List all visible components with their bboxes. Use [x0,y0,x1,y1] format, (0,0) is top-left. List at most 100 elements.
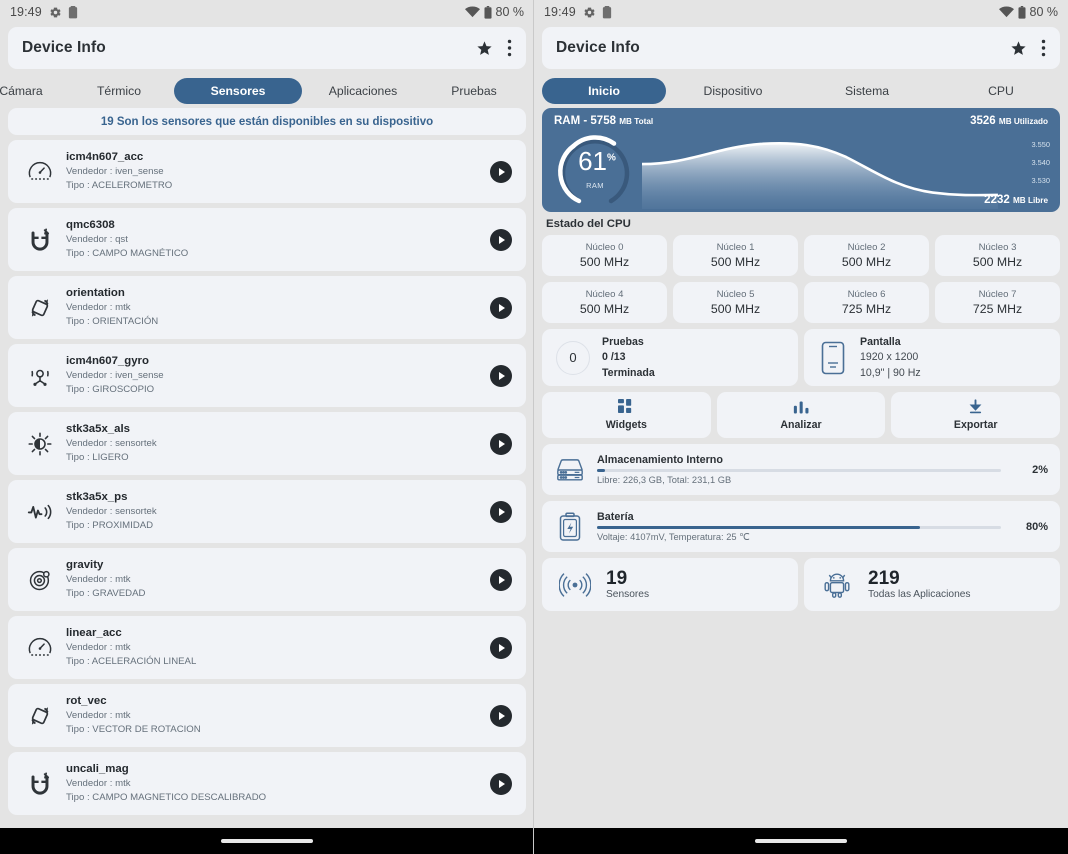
export-button[interactable]: Exportar [891,392,1061,438]
tab-aplicaciones[interactable]: Aplicaciones [302,78,424,104]
sensor-name: stk3a5x_als [66,422,130,435]
apps-count-card[interactable]: 219 Todas las Aplicaciones [804,558,1060,611]
sensor-card[interactable]: icm4n607_acc Vendedor : iven_sense Tipo : … [8,140,526,203]
battery-percent-text: 80 % [1029,5,1059,19]
gear-icon [49,6,62,19]
sensor-play-button[interactable] [490,500,512,523]
proximity-icon [20,499,60,525]
sensor-play-button[interactable] [490,432,512,455]
sensor-list: 19 Son los sensores que están disponible… [0,108,534,854]
cpu-core-name: Núcleo 5 [716,289,755,300]
sensor-type: Tipo : GRAVEDAD [66,588,146,600]
left-tab-bar[interactable]: Cámara Térmico Sensores Aplicaciones Pru… [0,74,534,108]
battery-bolt-icon [554,511,586,542]
download-icon [967,399,984,416]
tab-sensores[interactable]: Sensores [174,78,302,104]
sensor-vendor: Vendedor : mtk [66,778,131,790]
star-icon[interactable] [1010,40,1027,57]
sensor-type: Tipo : LIGERO [66,452,129,464]
sensor-card[interactable]: uncali_mag Vendedor : mtk Tipo : CAMPO MAG… [8,752,526,815]
sensor-play-button[interactable] [490,296,512,319]
ram-used-unit: MB Utilizado [998,117,1048,126]
sensor-name: rot_vec [66,694,107,707]
left-panel: 19:49 80 % Device Info Cámara Térmico Se… [0,0,534,854]
tab-cpu[interactable]: CPU [934,78,1068,104]
sensor-type: Tipo : CAMPO MAGNÉTICO [66,248,189,260]
sensor-play-button[interactable] [490,364,512,387]
storage-card[interactable]: Almacenamiento Interno Libre: 226,3 GB, … [542,444,1060,495]
sensor-vendor: Vendedor : qst [66,234,128,246]
cpu-core-name: Núcleo 2 [847,242,886,253]
battery-detail: Voltaje: 4107mV, Temperatura: 25 ℃ [597,531,750,542]
android-icon [820,570,854,600]
ram-history-chart [642,141,998,210]
ram-card[interactable]: RAM - 5758 MB Total 3526 MB Utilizado 61… [542,108,1060,212]
sensor-play-button[interactable] [490,228,512,251]
overflow-menu-icon[interactable] [507,39,512,57]
tests-card[interactable]: 0 Pruebas 0 /13 Terminada [542,329,798,386]
cpu-core-cell: Núcleo 4 500 MHz [542,282,667,323]
sensor-card[interactable]: icm4n607_gyro Vendedor : iven_sense Tipo :… [8,344,526,407]
display-card[interactable]: Pantalla 1920 x 1200 10,9" | 90 Hz [804,329,1060,386]
sensor-type: Tipo : ACELEROMETRO [66,180,173,192]
sensor-card[interactable]: linear_acc Vendedor : mtk Tipo : ACELERACI… [8,616,526,679]
nav-bar-right [534,828,1068,854]
rotate-icon [20,295,60,321]
sensor-card[interactable]: stk3a5x_ps Vendedor : sensortek Tipo : PRO… [8,480,526,543]
tab-termico[interactable]: Térmico [64,78,174,104]
ram-used-value: 3526 [970,115,996,127]
gesture-pill[interactable] [755,839,847,843]
star-icon[interactable] [476,40,493,57]
status-bar-right: 19:49 80 % [534,0,1068,24]
cpu-core-cell: Núcleo 1 500 MHz [673,235,798,276]
battery-card[interactable]: Batería Voltaje: 4107mV, Temperatura: 25… [542,501,1060,552]
sensors-count-card[interactable]: 19 Sensores [542,558,798,611]
analyze-button[interactable]: Analizar [716,392,886,438]
cpu-core-name: Núcleo 3 [978,242,1017,253]
gesture-pill[interactable] [221,839,313,843]
sensor-card[interactable]: gravity Vendedor : mtk Tipo : GRAVEDAD [8,548,526,611]
cpu-core-name: Núcleo 4 [585,289,624,300]
sensor-play-button[interactable] [490,160,512,183]
widgets-button[interactable]: Widgets [542,392,711,438]
sensor-play-button[interactable] [490,772,512,795]
magnet-icon [20,227,60,253]
sensor-vendor: Vendedor : mtk [66,642,131,654]
right-tab-bar[interactable]: Inicio Dispositivo Sistema CPU [534,74,1068,108]
sensor-name: qmc6308 [66,218,115,231]
sensor-play-button[interactable] [490,636,512,659]
cpu-core-cell: Núcleo 2 500 MHz [804,235,929,276]
tab-inicio[interactable]: Inicio [542,78,666,104]
sensor-card[interactable]: rot_vec Vendedor : mtk Tipo : VECTOR DE RO… [8,684,526,747]
cpu-core-name: Núcleo 6 [847,289,886,300]
sensor-play-button[interactable] [490,568,512,591]
sensor-card[interactable]: qmc6308 Vendedor : qst Tipo : CAMPO MAGNÉT… [8,208,526,271]
tab-sistema[interactable]: Sistema [800,78,934,104]
ram-total-unit: MB Total [619,117,654,126]
tab-pruebas[interactable]: Pruebas [424,78,524,104]
battery-percent: 80% [1025,520,1048,533]
sensor-vendor: Vendedor : mtk [66,574,131,586]
sensor-name: orientation [66,286,125,299]
sensor-play-button[interactable] [490,704,512,727]
overflow-menu-icon[interactable] [1041,39,1046,57]
gear-icon [583,6,596,19]
sensor-card[interactable]: stk3a5x_als Vendedor : sensortek Tipo : LI… [8,412,526,475]
cpu-core-freq: 500 MHz [841,255,892,269]
cpu-core-freq: 725 MHz [841,302,892,316]
tab-dispositivo[interactable]: Dispositivo [666,78,800,104]
wifi-icon [464,6,480,18]
tests-count: 0 /13 [602,351,626,364]
speedometer-icon [20,159,60,185]
app-bar-right: Device Info [542,27,1060,69]
cpu-core-cell: Núcleo 7 725 MHz [935,282,1060,323]
tab-camara[interactable]: Cámara [0,78,64,104]
sensor-card[interactable]: orientation Vendedor : mtk Tipo : ORIENTAC… [8,276,526,339]
widgets-label: Widgets [605,419,647,431]
widgets-icon [617,399,635,416]
sensor-type: Tipo : GIROSCOPIO [66,384,155,396]
clipboard-icon [602,5,612,19]
sensor-vendor: Vendedor : mtk [66,710,131,722]
cpu-core-freq: 500 MHz [579,302,630,316]
cpu-core-freq: 500 MHz [710,302,761,316]
